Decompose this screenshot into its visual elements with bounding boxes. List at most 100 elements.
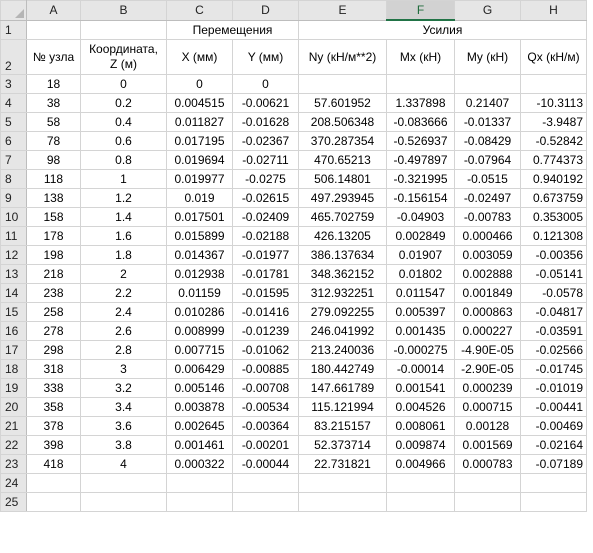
cell[interactable]: -0.526937 xyxy=(386,131,455,151)
cell[interactable]: 208.506348 xyxy=(298,112,387,132)
cell[interactable]: 0.003059 xyxy=(454,245,521,265)
cell[interactable]: 0.01802 xyxy=(386,264,455,284)
cell[interactable]: -0.02188 xyxy=(232,226,299,246)
cell[interactable]: -10.3113 xyxy=(520,93,587,113)
header-coord-z[interactable]: Координата, Z (м) xyxy=(80,39,167,75)
cell[interactable]: -0.04903 xyxy=(386,207,455,227)
cell[interactable]: 426.13205 xyxy=(298,226,387,246)
row-header[interactable]: 9 xyxy=(0,188,27,208)
cell[interactable]: -0.01337 xyxy=(454,112,521,132)
cell[interactable]: 1.8 xyxy=(80,245,167,265)
cell[interactable]: 0.01907 xyxy=(386,245,455,265)
cell[interactable]: -0.04817 xyxy=(520,302,587,322)
cell[interactable]: 0.000783 xyxy=(454,454,521,474)
cell[interactable] xyxy=(26,492,81,512)
cell[interactable]: 386.137634 xyxy=(298,245,387,265)
group-header-forces[interactable]: Усилия xyxy=(298,19,587,40)
column-header-e[interactable]: E xyxy=(298,0,387,21)
cell[interactable] xyxy=(298,492,387,512)
cell[interactable]: -0.000275 xyxy=(386,340,455,360)
cell[interactable] xyxy=(298,473,387,493)
row-header[interactable]: 17 xyxy=(0,340,27,360)
cell[interactable]: 0.001461 xyxy=(166,435,233,455)
row-header[interactable]: 20 xyxy=(0,397,27,417)
cell[interactable]: -0.00364 xyxy=(232,416,299,436)
cell[interactable]: 3.4 xyxy=(80,397,167,417)
cell[interactable]: -0.00014 xyxy=(386,359,455,379)
cell[interactable]: 1.4 xyxy=(80,207,167,227)
column-header-h[interactable]: H xyxy=(520,0,587,21)
cell[interactable] xyxy=(454,74,521,94)
column-header-g[interactable]: G xyxy=(454,0,521,21)
cell[interactable]: -0.02566 xyxy=(520,340,587,360)
cell[interactable]: -0.0578 xyxy=(520,283,587,303)
cell[interactable]: -0.0275 xyxy=(232,169,299,189)
spreadsheet-grid[interactable]: A B C D E F G H 1 Перемещения Усилия 2 №… xyxy=(0,0,587,512)
cell[interactable]: 0.000715 xyxy=(454,397,521,417)
cell[interactable]: 0.015899 xyxy=(166,226,233,246)
row-header[interactable]: 6 xyxy=(0,131,27,151)
row-header[interactable]: 21 xyxy=(0,416,27,436)
cell[interactable]: 418 xyxy=(26,454,81,474)
cell[interactable]: 2.8 xyxy=(80,340,167,360)
cell[interactable]: 0.017501 xyxy=(166,207,233,227)
cell[interactable]: 118 xyxy=(26,169,81,189)
row-header[interactable]: 14 xyxy=(0,283,27,303)
cell[interactable]: 3.6 xyxy=(80,416,167,436)
row-header[interactable]: 1 xyxy=(0,19,27,40)
row-header[interactable]: 4 xyxy=(0,93,27,113)
cell[interactable]: 3.2 xyxy=(80,378,167,398)
cell[interactable]: -0.02711 xyxy=(232,150,299,170)
cell[interactable]: 1.337898 xyxy=(386,93,455,113)
cell[interactable]: 57.601952 xyxy=(298,93,387,113)
cell[interactable]: 465.702759 xyxy=(298,207,387,227)
column-header-f-selected[interactable]: F xyxy=(386,0,455,21)
cell[interactable]: 246.041992 xyxy=(298,321,387,341)
cell[interactable]: 22.731821 xyxy=(298,454,387,474)
cell[interactable]: 0.004966 xyxy=(386,454,455,474)
cell[interactable]: -0.07189 xyxy=(520,454,587,474)
cell[interactable]: 0.353005 xyxy=(520,207,587,227)
cell[interactable]: -0.00469 xyxy=(520,416,587,436)
cell[interactable]: 279.092255 xyxy=(298,302,387,322)
row-header[interactable]: 19 xyxy=(0,378,27,398)
cell[interactable]: -0.01781 xyxy=(232,264,299,284)
row-header[interactable]: 8 xyxy=(0,169,27,189)
cell[interactable]: -0.00534 xyxy=(232,397,299,417)
cell[interactable]: 398 xyxy=(26,435,81,455)
cell[interactable]: 0 xyxy=(232,74,299,94)
row-header[interactable]: 3 xyxy=(0,74,27,94)
cell[interactable]: 0.004526 xyxy=(386,397,455,417)
cell[interactable]: 278 xyxy=(26,321,81,341)
cell[interactable]: 0.011547 xyxy=(386,283,455,303)
row-header[interactable]: 24 xyxy=(0,473,27,493)
cell[interactable]: -0.00621 xyxy=(232,93,299,113)
cell[interactable]: 0.014367 xyxy=(166,245,233,265)
cell[interactable]: -0.00783 xyxy=(454,207,521,227)
cell[interactable] xyxy=(520,473,587,493)
cell[interactable] xyxy=(520,492,587,512)
cell[interactable]: 0.009874 xyxy=(386,435,455,455)
cell[interactable]: -0.01019 xyxy=(520,378,587,398)
cell[interactable]: -0.156154 xyxy=(386,188,455,208)
cell[interactable]: 0.774373 xyxy=(520,150,587,170)
cell[interactable]: 0.002888 xyxy=(454,264,521,284)
select-all-corner[interactable] xyxy=(0,0,27,21)
row-header[interactable]: 25 xyxy=(0,492,27,512)
cell[interactable]: 0 xyxy=(166,74,233,94)
cell[interactable]: 0.008061 xyxy=(386,416,455,436)
cell[interactable]: -0.00356 xyxy=(520,245,587,265)
cell[interactable]: 497.293945 xyxy=(298,188,387,208)
cell[interactable] xyxy=(298,74,387,94)
cell[interactable]: 0.019694 xyxy=(166,150,233,170)
header-qx[interactable]: Qx (кН/м) xyxy=(520,39,587,75)
cell[interactable]: -0.00885 xyxy=(232,359,299,379)
cell[interactable]: 2 xyxy=(80,264,167,284)
cell[interactable]: 18 xyxy=(26,74,81,94)
cell[interactable]: 98 xyxy=(26,150,81,170)
cell[interactable]: -4.90E-05 xyxy=(454,340,521,360)
cell[interactable]: 52.373714 xyxy=(298,435,387,455)
cell[interactable]: 158 xyxy=(26,207,81,227)
cell[interactable]: 78 xyxy=(26,131,81,151)
cell[interactable]: 0.000227 xyxy=(454,321,521,341)
